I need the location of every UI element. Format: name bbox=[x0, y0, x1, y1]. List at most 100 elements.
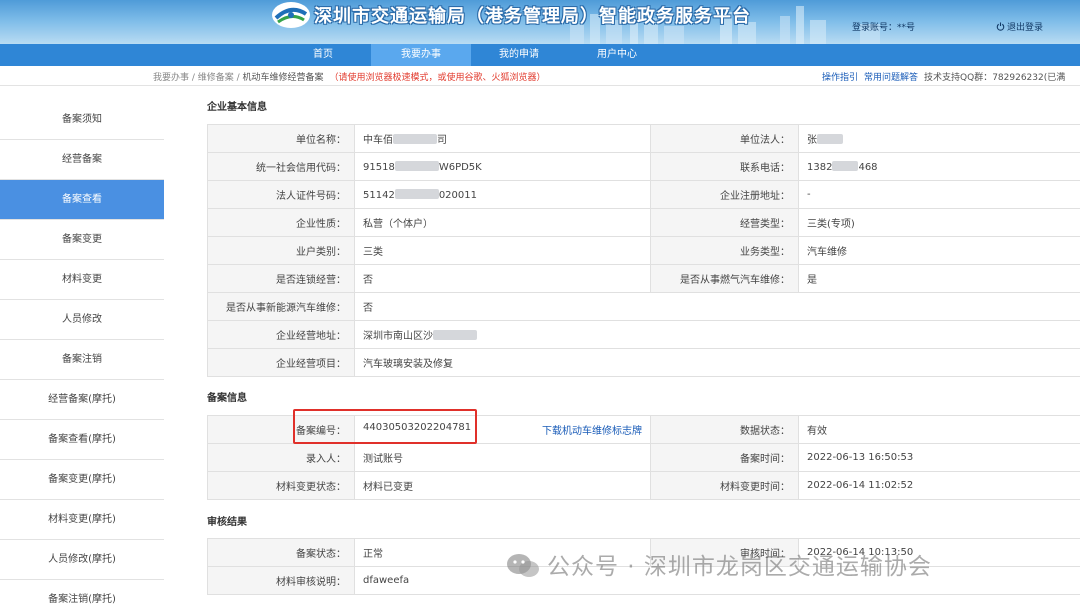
table-row: 是否从事新能源汽车维修： 否 bbox=[207, 292, 1080, 321]
sidebar-item-moto-record-view[interactable]: 备案查看(摩托) bbox=[0, 420, 164, 460]
sidebar-item-moto-personnel-edit[interactable]: 人员修改(摩托) bbox=[0, 540, 164, 580]
faq-link[interactable]: 常用问题解答 bbox=[864, 73, 918, 83]
ev-repair-label: 是否从事新能源汽车维修： bbox=[207, 292, 355, 321]
unit-name-value: 中车佰 司 bbox=[354, 124, 651, 153]
gas-repair-label: 是否从事燃气汽车维修： bbox=[650, 264, 799, 293]
audit-status-label: 备案状态： bbox=[207, 538, 355, 567]
sidebar: 备案须知 经营备案 备案查看 备案变更 材料变更 人员修改 备案注销 经营备案(… bbox=[0, 100, 164, 612]
sidebar-item-record-cancel[interactable]: 备案注销 bbox=[0, 340, 164, 380]
material-status-value: 材料已变更 bbox=[354, 471, 651, 500]
sidebar-item-moto-record-change[interactable]: 备案变更(摩托) bbox=[0, 460, 164, 500]
table-row: 法人证件号码： 51142 020011 企业注册地址： - bbox=[207, 180, 1080, 209]
entrant-value: 测试账号 bbox=[354, 443, 651, 472]
wechat-watermark: 公众号 · 深圳市龙岗区交通运输协会 bbox=[505, 545, 1080, 589]
redaction-blur bbox=[394, 188, 439, 199]
table-row: 企业经营项目： 汽车玻璃安装及修复 bbox=[207, 348, 1080, 377]
credit-code-value: 91518 W6PD5K bbox=[354, 152, 651, 181]
service-type-value: 汽车维修 bbox=[798, 236, 1080, 265]
audit-note-label: 材料审核说明： bbox=[207, 566, 355, 595]
enterprise-nature-label: 企业性质： bbox=[207, 208, 355, 237]
enterprise-nature-value: 私营（个体户） bbox=[354, 208, 651, 237]
unit-name-suffix: 司 bbox=[437, 135, 447, 146]
table-row: 是否连锁经营： 否 是否从事燃气汽车维修： 是 bbox=[207, 264, 1080, 293]
top-navigation: 首页 我要办事 我的申请 用户中心 bbox=[0, 44, 1080, 66]
table-row: 单位名称： 中车佰 司 单位法人： 张 bbox=[207, 124, 1080, 153]
table-row: 录入人： 测试账号 备案时间： 2022-06-13 16:50:53 bbox=[207, 443, 1080, 472]
company-section-title: 企业基本信息 bbox=[207, 102, 267, 113]
watermark-text: 公众号 · 深圳市龙岗区交通运输协会 bbox=[547, 554, 932, 580]
material-status-label: 材料变更状态： bbox=[207, 471, 355, 500]
help-links: 操作指引 常用问题解答 技术支持QQ群：782926232(已满 bbox=[822, 70, 1065, 83]
chain-label: 是否连锁经营： bbox=[207, 264, 355, 293]
record-number-value: 44030503202204781 bbox=[363, 422, 472, 433]
address-label: 企业经营地址： bbox=[207, 320, 355, 349]
table-row: 备案编号： 44030503202204781 下载机动车维修标志牌 数据状态： … bbox=[207, 415, 1080, 444]
logout-label: 退出登录 bbox=[1007, 23, 1044, 33]
scope-value: 汽车玻璃安装及修复 bbox=[354, 348, 1080, 377]
redaction-blur bbox=[817, 134, 843, 144]
id-number-suffix: 020011 bbox=[438, 189, 477, 201]
platform-title: 深圳市交通运输局（港务管理局）智能政务服务平台 bbox=[314, 6, 751, 27]
guide-link[interactable]: 操作指引 bbox=[822, 73, 858, 83]
phone-label: 联系电话： bbox=[650, 152, 799, 181]
id-number-label: 法人证件号码： bbox=[207, 180, 355, 209]
redaction-blur bbox=[393, 134, 437, 144]
phone-prefix: 1382 bbox=[807, 161, 833, 173]
sidebar-item-business-record[interactable]: 经营备案 bbox=[0, 140, 164, 180]
unit-name-label: 单位名称： bbox=[207, 124, 355, 153]
table-row: 业户类别： 三类 业务类型： 汽车维修 bbox=[207, 236, 1080, 265]
id-number-value: 51142 020011 bbox=[354, 180, 651, 209]
wechat-icon bbox=[507, 554, 539, 577]
nav-my-applications[interactable]: 我的申请 bbox=[469, 44, 569, 66]
sidebar-item-moto-business-record[interactable]: 经营备案(摩托) bbox=[0, 380, 164, 420]
credit-code-suffix: W6PD5K bbox=[438, 161, 482, 173]
support-qq: 技术支持QQ群：782926232(已满 bbox=[924, 73, 1066, 83]
sidebar-item-material-change[interactable]: 材料变更 bbox=[0, 260, 164, 300]
nav-home[interactable]: 首页 bbox=[273, 44, 373, 66]
record-time-label: 备案时间： bbox=[650, 443, 799, 472]
credit-code-label: 统一社会信用代码： bbox=[207, 152, 355, 181]
address-prefix: 深圳市南山区沙 bbox=[363, 331, 433, 342]
record-info-table: 备案编号： 44030503202204781 下载机动车维修标志牌 数据状态： … bbox=[207, 415, 1080, 500]
logout-button[interactable]: 退出登录 bbox=[996, 20, 1043, 33]
scope-label: 企业经营项目： bbox=[207, 348, 355, 377]
unit-name-prefix: 中车佰 bbox=[363, 135, 393, 146]
nav-services[interactable]: 我要办事 bbox=[371, 44, 471, 66]
category-value: 三类 bbox=[354, 236, 651, 265]
breadcrumb-bar: 我要办事 / 维修备案 / 机动车维修经营备案 （请使用浏览器极速模式，或使用谷歌… bbox=[0, 66, 1080, 86]
power-icon bbox=[996, 22, 1005, 31]
sidebar-item-moto-record-cancel[interactable]: 备案注销(摩托) bbox=[0, 580, 164, 612]
phone-value: 1382 468 bbox=[798, 152, 1080, 181]
record-number-label: 备案编号： bbox=[207, 415, 355, 444]
sidebar-item-notice[interactable]: 备案须知 bbox=[0, 100, 164, 140]
header-banner: 深圳市交通运输局（港务管理局）智能政务服务平台 登录账号：**号 退出登录 bbox=[0, 0, 1080, 44]
sidebar-item-personnel-edit[interactable]: 人员修改 bbox=[0, 300, 164, 340]
phone-suffix: 468 bbox=[858, 161, 878, 173]
business-type-label: 经营类型： bbox=[650, 208, 799, 237]
sidebar-item-record-change[interactable]: 备案变更 bbox=[0, 220, 164, 260]
material-time-value: 2022-06-14 11:02:52 bbox=[798, 471, 1080, 500]
browser-warning: （请使用浏览器极速模式，或使用谷歌、火狐浏览器） bbox=[329, 73, 546, 83]
data-status-value: 有效 bbox=[798, 415, 1080, 444]
nav-user-center[interactable]: 用户中心 bbox=[567, 44, 667, 66]
table-row: 统一社会信用代码： 91518 W6PD5K 联系电话： 1382 468 bbox=[207, 152, 1080, 181]
credit-code-prefix: 91518 bbox=[363, 161, 395, 173]
company-info-table: 单位名称： 中车佰 司 单位法人： 张 统一社会信用代码： 91518 W6PD5K… bbox=[207, 124, 1080, 377]
breadcrumb: 我要办事 / 维修备案 / 机动车维修经营备案 （请使用浏览器极速模式，或使用谷歌… bbox=[153, 70, 546, 83]
material-time-label: 材料变更时间： bbox=[650, 471, 799, 500]
legal-person-value: 张 bbox=[798, 124, 1080, 153]
redaction-blur bbox=[832, 160, 859, 171]
entrant-label: 录入人： bbox=[207, 443, 355, 472]
download-sign-link[interactable]: 下载机动车维修标志牌 bbox=[542, 422, 642, 437]
business-type-value: 三类(专项) bbox=[798, 208, 1080, 237]
redaction-blur bbox=[394, 160, 439, 171]
breadcrumb-current: 机动车维修经营备案 bbox=[242, 73, 324, 83]
reg-address-label: 企业注册地址： bbox=[650, 180, 799, 209]
data-status-label: 数据状态： bbox=[650, 415, 799, 444]
legal-person-prefix: 张 bbox=[807, 135, 817, 146]
sidebar-item-record-view[interactable]: 备案查看 bbox=[0, 180, 164, 220]
breadcrumb-path[interactable]: 我要办事 / 维修备案 / bbox=[153, 73, 243, 83]
service-type-label: 业务类型： bbox=[650, 236, 799, 265]
sidebar-item-moto-material-change[interactable]: 材料变更(摩托) bbox=[0, 500, 164, 540]
redaction-blur bbox=[433, 330, 477, 340]
